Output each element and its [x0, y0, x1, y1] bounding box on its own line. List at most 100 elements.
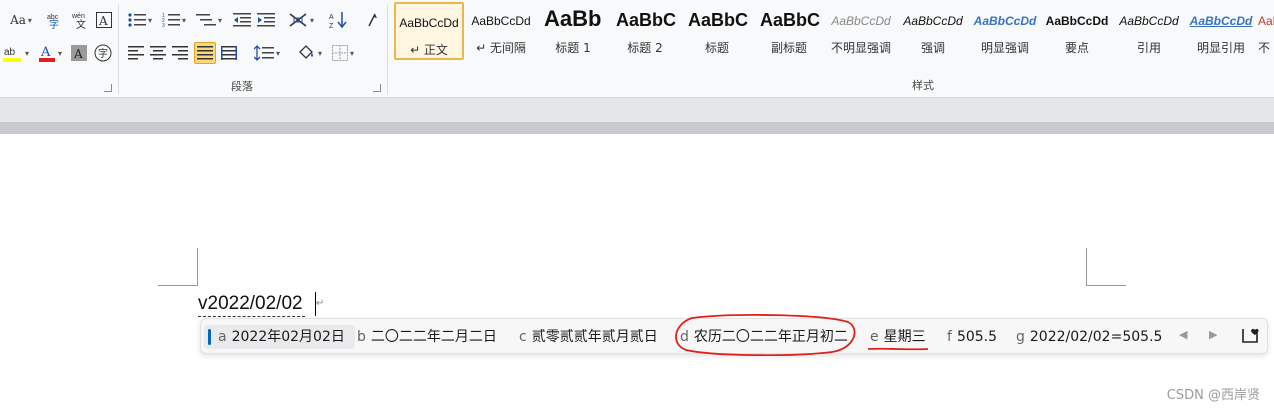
- font-group: Aa ▾ abc 字 wén 文 A ab ▾ A ▾ A 字: [0, 0, 118, 98]
- character-shading-button[interactable]: A: [68, 42, 90, 64]
- style-normal[interactable]: AaBbCcDd ↵ 正文: [394, 2, 464, 60]
- prev-page-arrow-icon[interactable]: ◀: [1179, 328, 1187, 341]
- svg-text:字: 字: [49, 18, 59, 29]
- shaded-a-icon: A: [71, 45, 87, 61]
- style-sample: AaBbCcDd: [1258, 14, 1274, 28]
- paragraph-mark: ↵: [316, 298, 325, 309]
- style-subtle-emphasis[interactable]: AaBbCcDd 不明显强调: [826, 2, 896, 60]
- style-quote[interactable]: AaBbCcDd 引用: [1114, 2, 1184, 60]
- highlighter-icon: ab: [2, 47, 21, 62]
- svg-text:Z: Z: [329, 23, 334, 29]
- shading-button[interactable]: ▾: [293, 42, 325, 64]
- style-emphasis[interactable]: AaBbCcDd 强调: [898, 2, 968, 60]
- ribbon: Aa ▾ abc 字 wén 文 A ab ▾ A ▾ A 字 ▾ 123 ▾ …: [0, 0, 1274, 98]
- align-right-icon: [172, 46, 188, 60]
- chinese-typography-button[interactable]: ▾: [285, 9, 317, 31]
- candidate-key: b: [357, 329, 366, 345]
- style-sample: AaBbC: [760, 10, 821, 30]
- style-intense-emphasis[interactable]: AaBbCcDd 明显强调: [970, 2, 1040, 60]
- candidate-f[interactable]: f 505.5: [947, 325, 997, 349]
- candidate-text: 贰零贰贰年贰月贰日: [531, 329, 658, 345]
- candidate-text: 2022年02月02日: [231, 329, 345, 345]
- style-heading-1[interactable]: AaBb 标题 1: [538, 2, 608, 60]
- next-page-arrow-icon[interactable]: ▶: [1209, 328, 1217, 341]
- style-more[interactable]: AaBbCcDd 不: [1258, 2, 1274, 60]
- ruler-band: [0, 98, 1274, 122]
- distributed-icon: [221, 46, 237, 60]
- decrease-indent-button[interactable]: [231, 9, 253, 31]
- font-dialog-launcher[interactable]: [104, 84, 112, 92]
- candidate-key: a: [218, 329, 227, 345]
- style-sample: AaBbCcDd: [1045, 14, 1109, 28]
- phonetic-guide-icon: abc字: [47, 14, 59, 29]
- change-case-button[interactable]: Aa ▾: [6, 9, 36, 31]
- document-text[interactable]: v2022/02/02: [198, 292, 305, 317]
- style-label: 引用: [1136, 41, 1161, 55]
- style-heading-2[interactable]: AaBbC 标题 2: [610, 2, 680, 60]
- candidate-a[interactable]: a 2022年02月02日: [204, 325, 355, 349]
- style-sample: AaBbCcDd: [903, 14, 963, 28]
- sort-button[interactable]: AZ: [327, 9, 349, 31]
- paragraph-group: ▾ 1 2 3 ▾ ▾ ▾ AZ ▾ ▾ ▾ 段落: [119, 0, 387, 98]
- show-hide-marks-button[interactable]: [361, 9, 383, 31]
- style-strong[interactable]: AaBbCcDd 要点: [1042, 2, 1112, 60]
- margin-corner-right: [1086, 248, 1126, 286]
- style-no-spacing[interactable]: AaBbCcDd ↵ 无间隔: [466, 2, 536, 60]
- border-a-icon: A: [96, 12, 112, 28]
- candidate-text: 505.5: [956, 329, 998, 345]
- line-spacing-button[interactable]: ▾: [251, 42, 283, 64]
- candidate-key: e: [870, 329, 879, 345]
- enclose-characters-button[interactable]: 字: [92, 42, 114, 64]
- style-label: 明显强调: [980, 41, 1029, 55]
- svg-text:A: A: [329, 14, 334, 21]
- align-center-button[interactable]: [147, 42, 169, 64]
- svg-text:A: A: [73, 47, 83, 61]
- svg-text:wén: wén: [72, 13, 85, 20]
- phonetic-guide-button[interactable]: abc 字: [44, 9, 68, 31]
- style-label: 副标题: [770, 41, 807, 55]
- style-label: 标题 2: [627, 41, 663, 55]
- style-intense-quote[interactable]: AaBbCcDd 明显引用: [1186, 2, 1256, 60]
- bullets-button[interactable]: ▾: [125, 9, 155, 31]
- svg-text:A: A: [98, 14, 108, 28]
- candidate-c[interactable]: c 贰零贰贰年贰月贰日: [519, 325, 658, 349]
- borders-button[interactable]: ▾: [327, 42, 359, 64]
- distributed-button[interactable]: [218, 42, 240, 64]
- paragraph-group-label: 段落: [231, 80, 253, 93]
- candidate-text: 二〇二二年二月二日: [370, 329, 497, 345]
- paragraph-dialog-launcher[interactable]: [373, 84, 381, 92]
- chinese-layout-button[interactable]: wén 文: [70, 9, 94, 31]
- candidate-g[interactable]: g 2022/02/02=505.5: [1016, 325, 1162, 349]
- align-left-button[interactable]: [125, 42, 147, 64]
- style-label: ↵ 无间隔: [476, 41, 526, 55]
- style-subtitle[interactable]: AaBbC 副标题: [754, 2, 824, 60]
- heart-favorite-icon[interactable]: [1241, 326, 1259, 344]
- document-canvas-edge: [0, 122, 1274, 134]
- style-sample: AaBbCcDd: [471, 14, 531, 28]
- bullet-list-icon: [128, 13, 146, 27]
- font-color-button[interactable]: A ▾: [34, 42, 66, 64]
- numbering-button[interactable]: 1 2 3 ▾: [159, 9, 189, 31]
- styles-gallery: AaBbCcDd ↵ 正文 AaBbCcDd ↵ 无间隔 AaBb 标题 1 A…: [394, 2, 1274, 60]
- style-sample: AaBb: [544, 6, 602, 31]
- paragraph-mark-icon: [368, 13, 377, 27]
- character-border-button[interactable]: A: [94, 9, 114, 31]
- align-right-button[interactable]: [169, 42, 191, 64]
- style-sample: AaBbCcDd: [973, 14, 1037, 28]
- candidate-key: c: [519, 329, 527, 345]
- style-sample: AaBbCcDd: [1189, 14, 1253, 28]
- paint-bucket-icon: [299, 45, 313, 59]
- style-title[interactable]: AaBbC 标题: [682, 2, 752, 60]
- svg-text:字: 字: [98, 47, 108, 60]
- candidate-b[interactable]: b 二〇二二年二月二日: [357, 325, 497, 349]
- justify-button[interactable]: [194, 42, 216, 64]
- multilevel-list-button[interactable]: ▾: [193, 9, 225, 31]
- increase-indent-button[interactable]: [255, 9, 277, 31]
- annotation-underline: [867, 347, 929, 351]
- style-sample: AaBbCcDd: [1119, 14, 1179, 28]
- highlight-button[interactable]: ab ▾: [0, 42, 32, 64]
- group-separator: [387, 4, 388, 94]
- style-sample: AaBbCcDd: [399, 16, 459, 30]
- annotation-circle: [675, 314, 856, 356]
- candidate-key: f: [947, 329, 952, 345]
